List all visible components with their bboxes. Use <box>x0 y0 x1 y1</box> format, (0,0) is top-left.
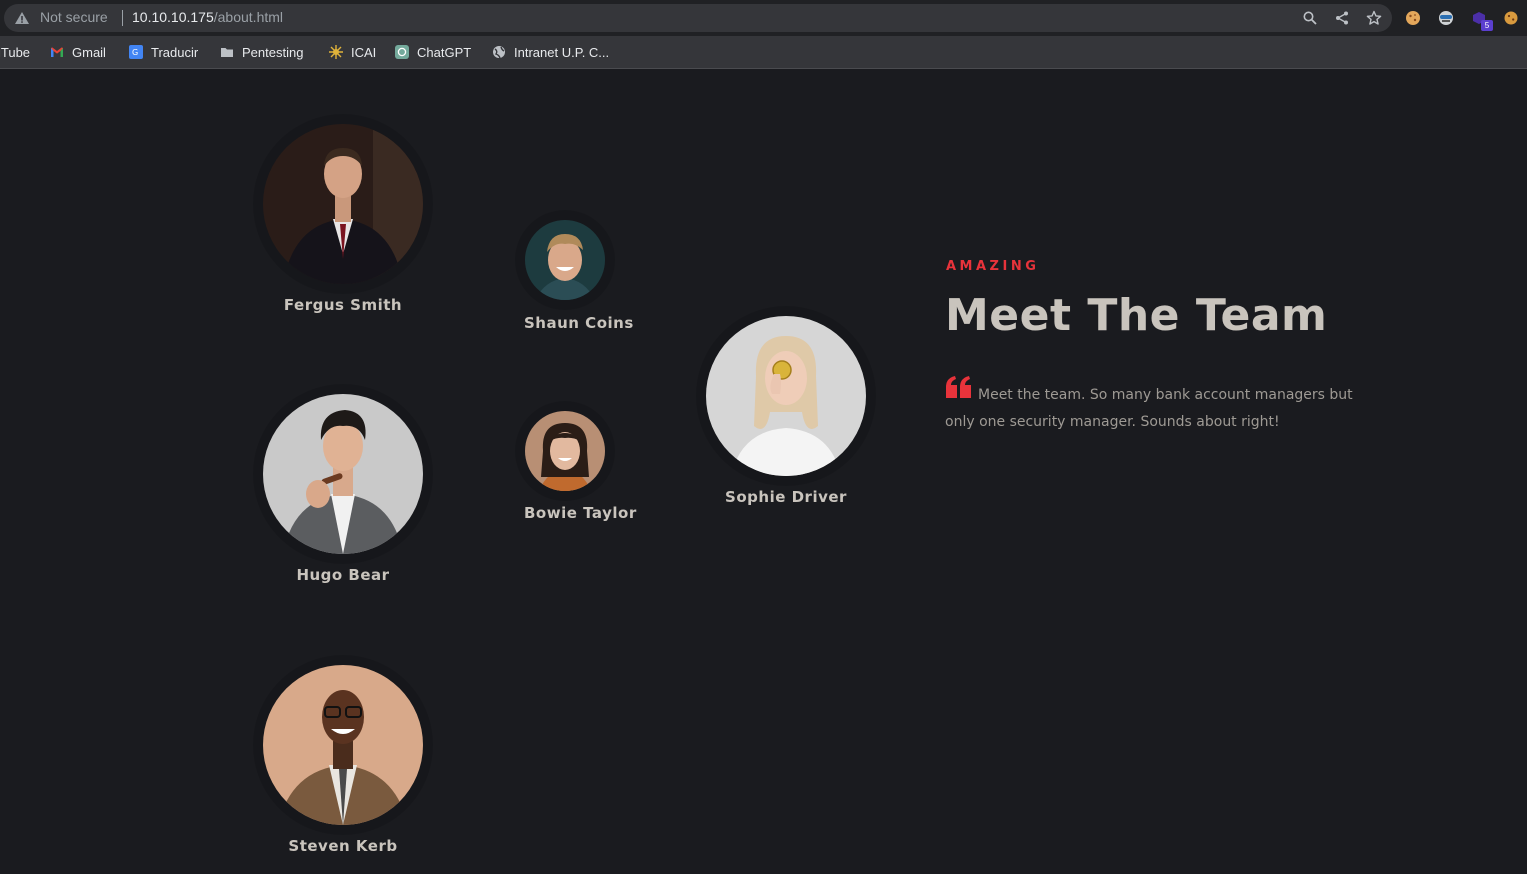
avatar <box>263 124 423 284</box>
team-member-steven-kerb: Steven Kerb <box>263 665 423 865</box>
share-icon[interactable] <box>1334 10 1350 26</box>
bookmark-icai[interactable]: ICAI <box>329 42 376 62</box>
extension-badge: 5 <box>1481 20 1493 31</box>
security-label[interactable]: Not secure <box>40 9 108 25</box>
globe-icon <box>493 46 505 59</box>
bookmark-label: Traducir <box>151 44 199 60</box>
bookmark-youtube[interactable]: iTube <box>0 42 30 62</box>
bookmark-traducir[interactable]: G Traducir <box>129 42 198 62</box>
member-name: Bowie Taylor <box>524 504 637 522</box>
bookmark-gmail[interactable]: Gmail <box>50 42 106 62</box>
bookmark-star-icon[interactable] <box>1366 10 1382 26</box>
team-member-sophie-driver: Sophie Driver <box>706 316 866 516</box>
bookmark-label: Gmail <box>72 44 106 60</box>
avatar <box>706 316 866 476</box>
avatar <box>525 411 605 491</box>
team-member-shaun-coins: Shaun Coins <box>524 220 634 340</box>
translate-icon: G <box>129 45 143 59</box>
url-host: 10.10.10.175 <box>132 9 214 25</box>
bookmark-label: iTube <box>0 44 31 60</box>
search-icon[interactable] <box>1302 10 1318 26</box>
member-name: Sophie Driver <box>725 488 847 506</box>
page-title: Meet The Team <box>945 290 1328 341</box>
url-path: /about.html <box>213 9 284 25</box>
url-divider <box>122 10 123 26</box>
spy-extension-icon[interactable] <box>1437 9 1455 27</box>
bookmark-label: Pentesting <box>242 44 304 60</box>
team-quote: Meet the team. So many bank account mana… <box>945 387 1353 430</box>
bookmark-pentesting[interactable]: Pentesting <box>220 42 303 62</box>
about-page: Fergus Smith Shaun Coins Sophie Driver H… <box>0 70 1527 874</box>
warning-icon[interactable] <box>14 10 30 26</box>
member-name: Hugo Bear <box>296 566 390 584</box>
cookie-editor-icon[interactable] <box>1502 9 1520 27</box>
address-bar[interactable]: Not secure 10.10.10.175/about.html <box>4 4 1392 32</box>
avatar <box>263 394 423 554</box>
url-text[interactable]: 10.10.10.175/about.html <box>132 9 283 25</box>
section-eyebrow: AMAZING <box>946 259 1040 274</box>
bookmark-intranet[interactable]: Intranet U.P. C... <box>492 42 609 62</box>
member-name: Steven Kerb <box>288 837 398 855</box>
cookie-extension-icon[interactable] <box>1404 9 1422 27</box>
browser-toolbar: Not secure 10.10.10.175/about.html 5 <box>0 0 1527 36</box>
team-member-bowie-taylor: Bowie Taylor <box>524 411 637 531</box>
svg-text:G: G <box>132 48 138 57</box>
bookmark-label: Intranet U.P. C... <box>514 44 610 60</box>
bookmarks-bar: iTube Gmail G Traducir Pentesting ICAI C… <box>0 36 1527 69</box>
icai-icon <box>329 45 343 59</box>
team-member-fergus-smith: Fergus Smith <box>263 124 423 324</box>
folder-icon <box>221 48 233 57</box>
bookmark-chatgpt[interactable]: ChatGPT <box>395 42 471 62</box>
bookmark-label: ChatGPT <box>417 44 472 60</box>
team-member-hugo-bear: Hugo Bear <box>263 394 423 594</box>
member-name: Shaun Coins <box>524 314 634 332</box>
bookmark-label: ICAI <box>351 44 377 60</box>
avatar <box>263 665 423 825</box>
avatar <box>525 220 605 300</box>
chatgpt-icon <box>395 45 409 59</box>
member-name: Fergus Smith <box>283 296 403 314</box>
gmail-icon <box>51 47 63 57</box>
